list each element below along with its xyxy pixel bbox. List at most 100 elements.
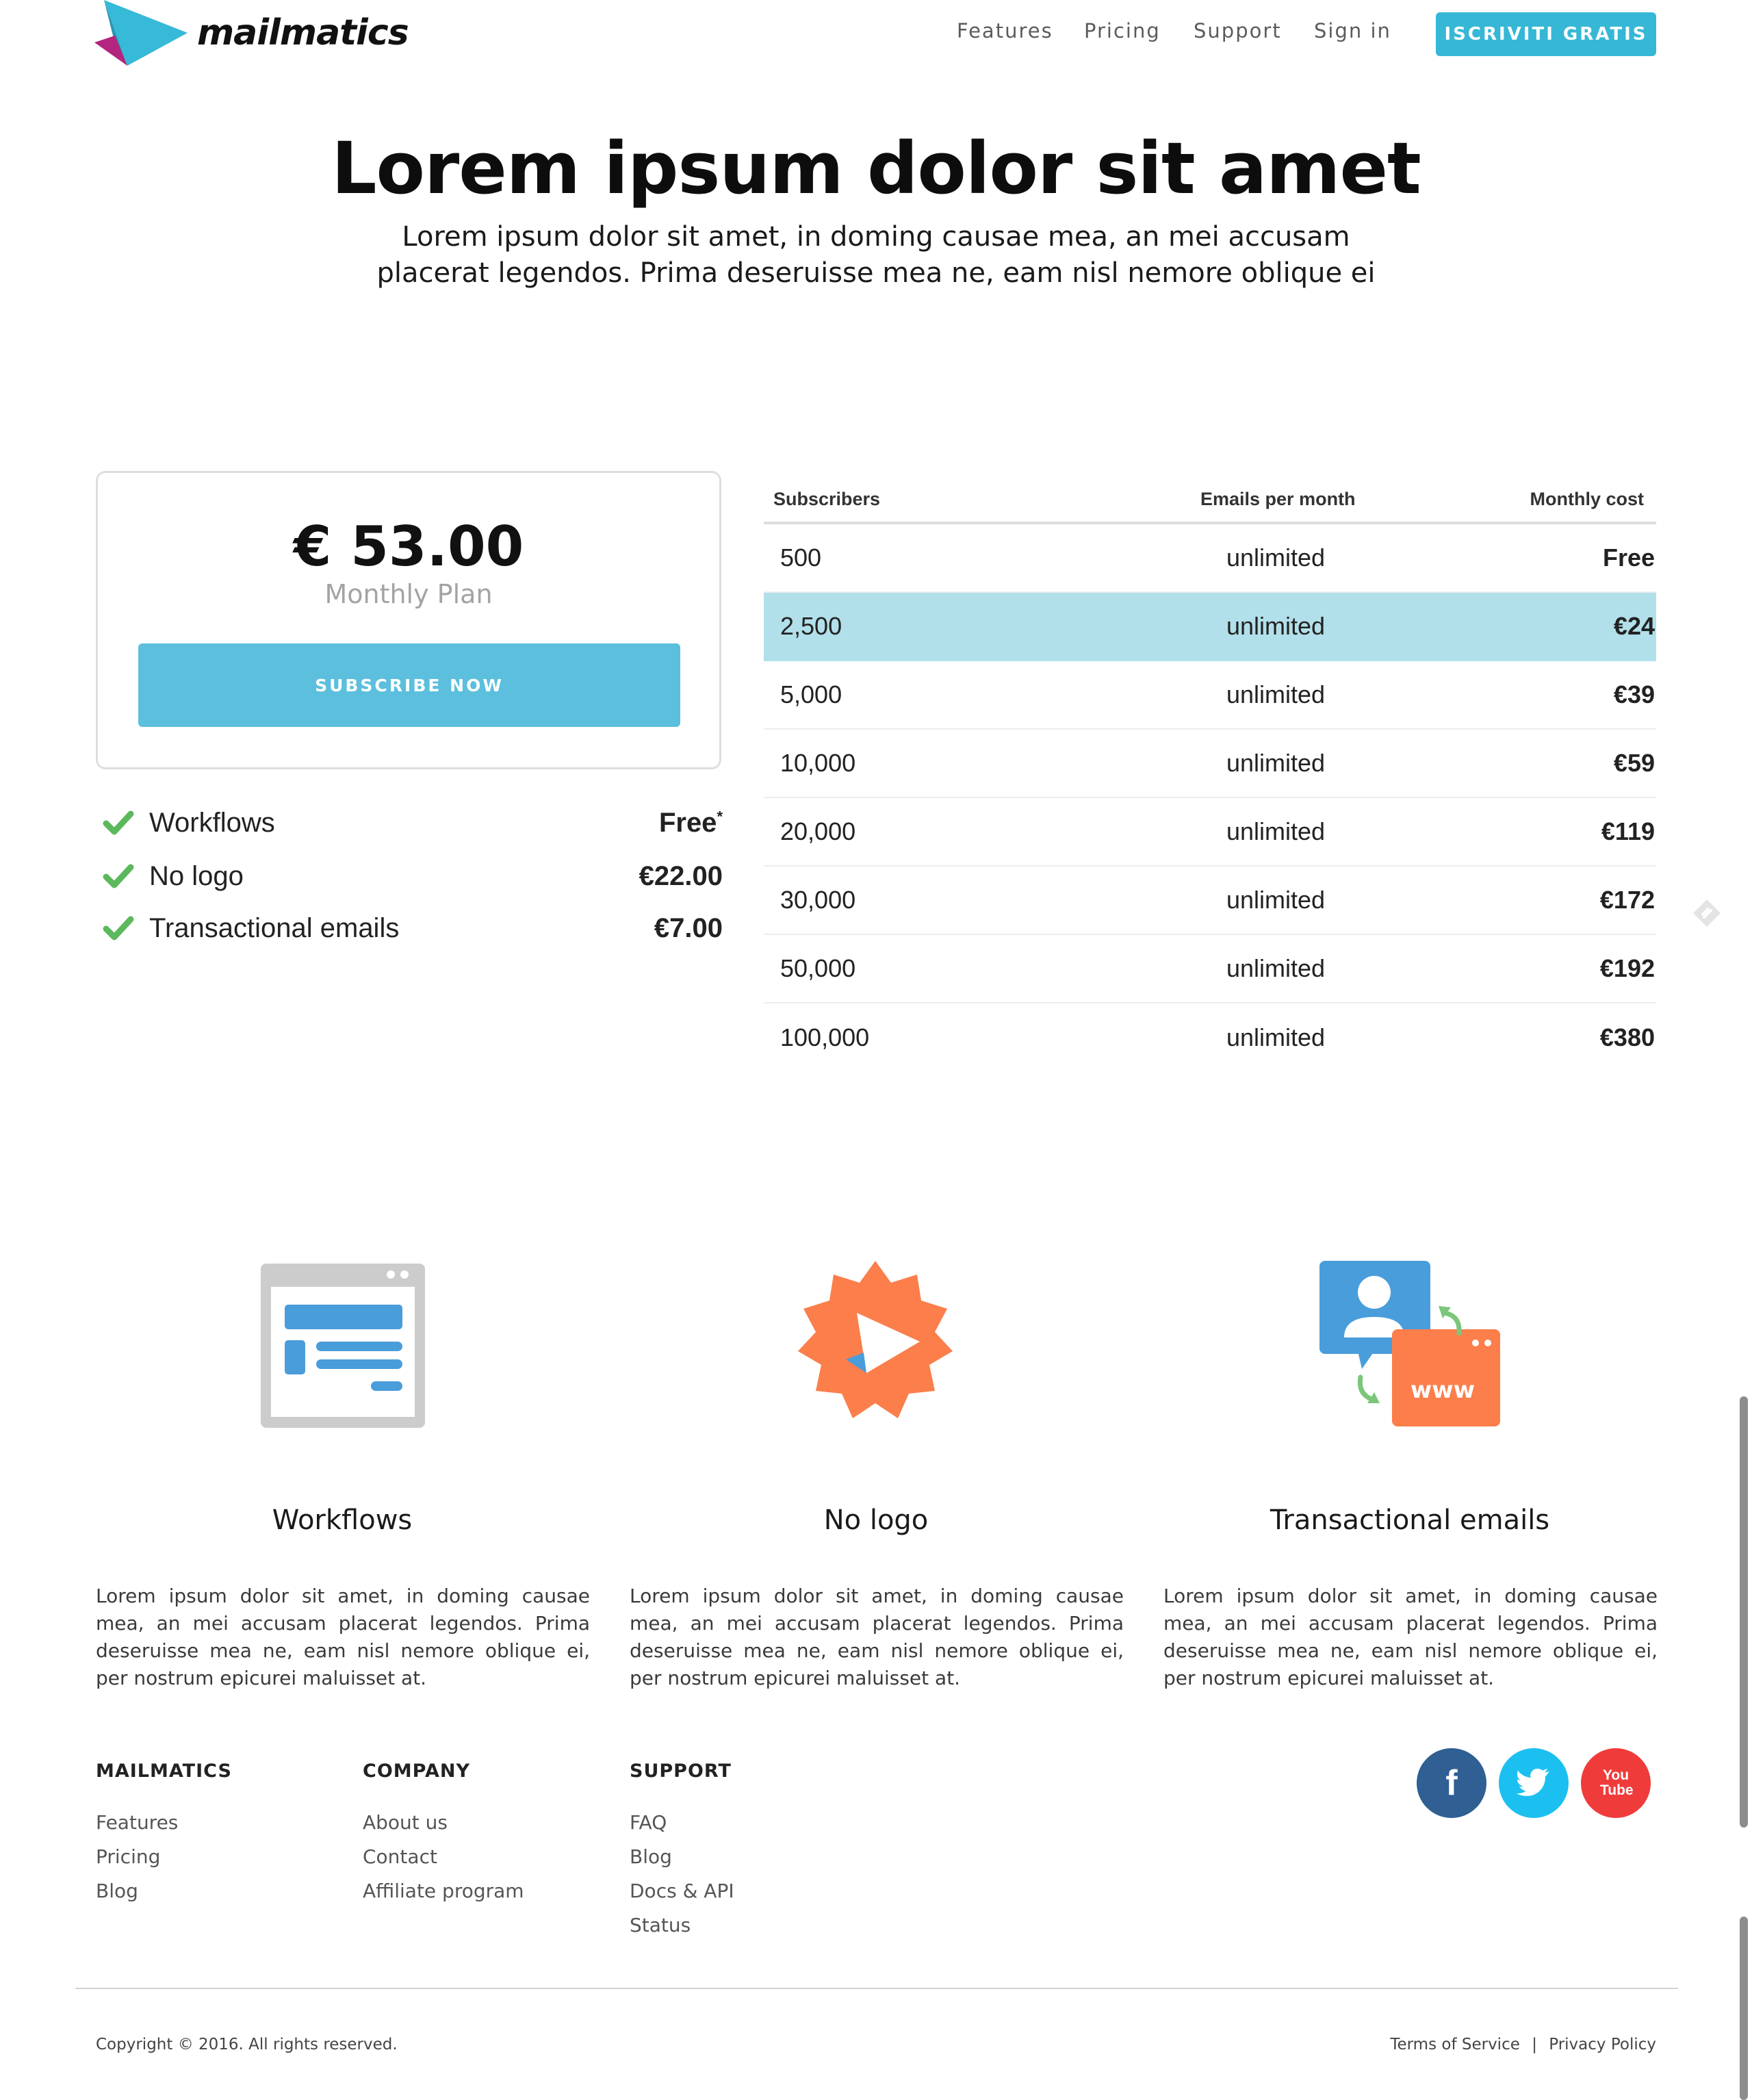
- hero-title: Lorem ipsum dolor sit amet: [331, 127, 1421, 210]
- browser-window-icon: [261, 1264, 425, 1428]
- privacy-policy-link[interactable]: Privacy Policy: [1549, 2036, 1656, 2053]
- footer-heading-company: COMPANY: [363, 1760, 470, 1782]
- footer-link-faq[interactable]: FAQ: [630, 1811, 667, 1834]
- youtube-button[interactable]: You Tube: [1581, 1748, 1651, 1818]
- footer-link-features[interactable]: Features: [96, 1811, 178, 1834]
- table-row[interactable]: 10,000 unlimited €59: [764, 730, 1656, 798]
- addon-price: €22.00: [639, 860, 723, 891]
- pricing-table: Subscribers Emails per month Monthly cos…: [764, 476, 1656, 1072]
- table-row-highlighted[interactable]: 2,500 unlimited €24: [764, 593, 1656, 661]
- addon-workflows: Workflows Free*: [103, 802, 723, 843]
- table-row[interactable]: 500 unlimited Free: [764, 524, 1656, 593]
- paper-plane-logo-icon: [94, 0, 188, 66]
- feature-description: Lorem ipsum dolor sit amet, in doming ca…: [630, 1585, 1124, 1689]
- column-header-emails: Emails per month: [1200, 488, 1356, 509]
- cell-subscribers: 10,000: [780, 749, 856, 777]
- scrollbar-thumb[interactable]: [1740, 1396, 1748, 1828]
- cell-cost: €119: [1601, 817, 1655, 845]
- footnote-asterisk: *: [717, 808, 723, 825]
- footer-heading-mailmatics: MAILMATICS: [96, 1760, 232, 1782]
- cell-subscribers: 500: [780, 543, 822, 572]
- footer-link-docs-api[interactable]: Docs & API: [630, 1880, 734, 1902]
- feature-title-transactional-emails: Transactional emails: [1270, 1504, 1550, 1536]
- cell-emails: unlimited: [1226, 886, 1326, 914]
- footer-divider: [75, 1988, 1678, 1989]
- cell-emails: unlimited: [1226, 612, 1326, 640]
- cell-emails: unlimited: [1226, 817, 1326, 845]
- nav-features[interactable]: Features: [957, 19, 1053, 42]
- feedback-widget-icon[interactable]: [1692, 898, 1722, 928]
- footer-link-pricing[interactable]: Pricing: [96, 1845, 160, 1868]
- addon-label: Workflows: [149, 807, 275, 838]
- hero-subtitle-line-1: Lorem ipsum dolor sit amet, in doming ca…: [402, 221, 1350, 253]
- scrollbar-thumb[interactable]: [1740, 1917, 1748, 2100]
- column-header-subscribers: Subscribers: [773, 488, 881, 509]
- feature-description: Lorem ipsum dolor sit amet, in doming ca…: [1163, 1585, 1658, 1689]
- signup-free-button[interactable]: ISCRIVITI GRATIS: [1436, 12, 1656, 56]
- check-icon: [103, 810, 134, 835]
- addon-no-logo: No logo €22.00: [103, 856, 723, 897]
- table-row[interactable]: 100,000 unlimited €380: [764, 1003, 1656, 1072]
- cell-emails: unlimited: [1226, 680, 1326, 708]
- table-row[interactable]: 5,000 unlimited €39: [764, 661, 1656, 730]
- badge-play-icon: [798, 1261, 953, 1418]
- feature-description: Lorem ipsum dolor sit amet, in doming ca…: [96, 1585, 590, 1689]
- user-web-exchange-icon: www: [1319, 1261, 1500, 1426]
- column-header-cost: Monthly cost: [1530, 488, 1645, 509]
- cell-subscribers: 100,000: [780, 1023, 870, 1051]
- cell-cost: €39: [1613, 680, 1655, 708]
- copyright-text: Copyright © 2016. All rights reserved.: [96, 2036, 398, 2053]
- terms-of-service-link[interactable]: Terms of Service: [1390, 2036, 1520, 2053]
- addon-label: Transactional emails: [149, 912, 400, 943]
- nav-pricing[interactable]: Pricing: [1084, 19, 1161, 42]
- cell-cost: €172: [1599, 886, 1655, 914]
- cell-cost: €24: [1613, 612, 1655, 640]
- footer-link-status[interactable]: Status: [630, 1914, 691, 1936]
- cell-subscribers: 2,500: [780, 612, 842, 640]
- legal-links: Terms of Service | Privacy Policy: [1232, 2036, 1656, 2053]
- plan-name: Monthly Plan: [324, 579, 493, 609]
- addon-label: No logo: [149, 860, 244, 891]
- cell-cost: €380: [1599, 1023, 1655, 1051]
- brand-logo[interactable]: mailmatics: [94, 0, 416, 66]
- subscribe-now-button[interactable]: SUBSCRIBE NOW: [138, 643, 680, 727]
- footer-link-about-us[interactable]: About us: [363, 1811, 448, 1834]
- check-icon: [103, 864, 134, 888]
- table-row[interactable]: 20,000 unlimited €119: [764, 798, 1656, 867]
- addon-price: €7.00: [654, 912, 723, 943]
- table-row[interactable]: 50,000 unlimited €192: [764, 935, 1656, 1003]
- footer-link-blog[interactable]: Blog: [96, 1880, 138, 1902]
- cell-cost: Free: [1602, 543, 1655, 572]
- footer-link-affiliate[interactable]: Affiliate program: [363, 1880, 524, 1902]
- twitter-button[interactable]: [1499, 1748, 1569, 1818]
- feature-title-no-logo: No logo: [823, 1504, 929, 1536]
- legal-separator: |: [1532, 2036, 1537, 2053]
- www-label: www: [1410, 1376, 1475, 1404]
- table-header: Subscribers Emails per month Monthly cos…: [764, 476, 1656, 524]
- nav-support[interactable]: Support: [1194, 19, 1282, 42]
- addon-transactional-emails: Transactional emails €7.00: [103, 908, 723, 949]
- hero-subtitle-line-2: placerat legendos. Prima deseruisse mea …: [376, 257, 1376, 289]
- brand-name: mailmatics: [197, 12, 409, 53]
- facebook-button[interactable]: f: [1417, 1748, 1486, 1818]
- hero-subtitle: Lorem ipsum dolor sit amet, in doming ca…: [356, 219, 1396, 292]
- twitter-icon: [1517, 1769, 1549, 1796]
- facebook-icon: f: [1445, 1763, 1458, 1803]
- plan-price: € 53.00: [293, 515, 524, 578]
- footer-link-contact[interactable]: Contact: [363, 1845, 437, 1868]
- table-row[interactable]: 30,000 unlimited €172: [764, 867, 1656, 935]
- cell-subscribers: 20,000: [780, 817, 856, 845]
- cell-emails: unlimited: [1226, 954, 1326, 982]
- nav-sign-in[interactable]: Sign in: [1314, 19, 1391, 42]
- feature-title-workflows: Workflows: [272, 1504, 413, 1536]
- cell-emails: unlimited: [1226, 543, 1326, 572]
- cell-emails: unlimited: [1226, 1023, 1326, 1051]
- check-icon: [103, 916, 134, 940]
- cell-emails: unlimited: [1226, 749, 1326, 777]
- cell-subscribers: 30,000: [780, 886, 856, 914]
- cell-cost: €192: [1599, 954, 1655, 982]
- addon-price: Free*: [658, 807, 723, 838]
- footer-link-blog[interactable]: Blog: [630, 1845, 672, 1868]
- footer-heading-support: SUPPORT: [630, 1760, 732, 1782]
- cell-subscribers: 50,000: [780, 954, 856, 982]
